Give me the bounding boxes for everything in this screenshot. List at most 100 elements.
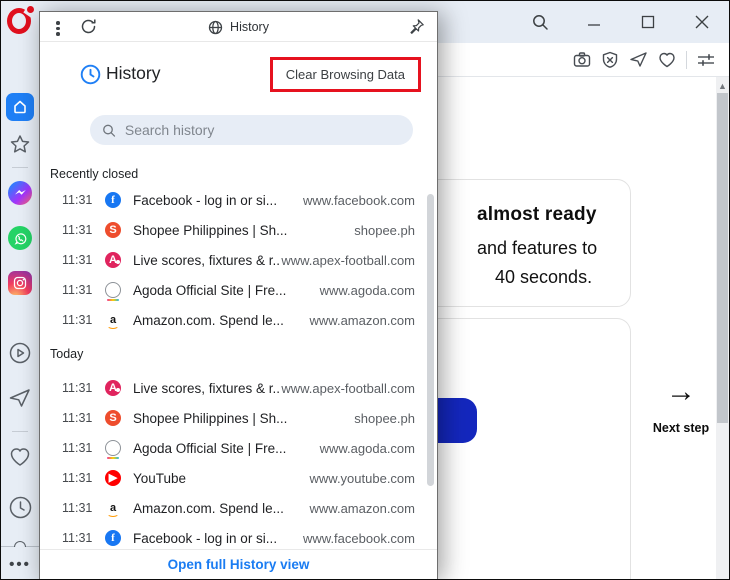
page-scrollbar[interactable]: ▲	[716, 77, 729, 579]
row-time: 11:31	[62, 253, 93, 267]
row-title: Live scores, fixtures & r...	[133, 380, 282, 396]
history-list: Recently closed 11:31 f Facebook - log i…	[40, 157, 437, 579]
close-button[interactable]	[687, 7, 717, 37]
maximize-button[interactable]	[633, 7, 663, 37]
youtube-favicon-icon: ▶	[105, 470, 121, 486]
annotation-highlight-box: Clear Browsing Data	[269, 57, 421, 92]
facebook-favicon-icon: f	[105, 530, 121, 546]
history-panel: History History Clear Browsing Data Rece…	[39, 11, 438, 579]
section-label: Today	[50, 347, 84, 361]
heart-icon	[10, 448, 30, 466]
card-line-1: and features to	[477, 238, 598, 258]
panel-body: History Clear Browsing Data Recently clo…	[40, 42, 437, 579]
easy-setup-sliders-icon[interactable]	[697, 52, 715, 68]
facebook-favicon-icon: f	[105, 192, 121, 208]
shopee-favicon-icon: S	[105, 410, 121, 426]
star-icon	[10, 135, 30, 153]
row-url: www.facebook.com	[303, 192, 415, 208]
panel-scrollbar-thumb[interactable]	[427, 194, 434, 486]
globe-icon	[208, 20, 223, 34]
row-time: 11:31	[62, 313, 93, 327]
row-title: Facebook - log in or si...	[133, 530, 278, 546]
row-time: 11:31	[62, 471, 93, 485]
panel-topbar: History	[40, 12, 437, 42]
row-title: Shopee Philippines | Sh...	[133, 222, 288, 238]
minimize-button[interactable]	[579, 7, 609, 37]
row-url: www.amazon.com	[309, 500, 415, 516]
history-row[interactable]: 11:31 A Live scores, fixtures & r... www…	[40, 245, 437, 275]
sidebar-item-bookmarks[interactable]	[1, 134, 39, 155]
panel-footer: Open full History view	[40, 549, 437, 579]
panel-tab: History	[40, 12, 437, 42]
sidebar-item-history[interactable]	[1, 495, 39, 520]
row-title: Facebook - log in or si...	[133, 192, 278, 208]
whatsapp-icon	[8, 226, 32, 250]
pin-icon[interactable]	[408, 18, 425, 35]
row-title: Live scores, fixtures & r...	[133, 252, 282, 268]
scroll-up-icon[interactable]: ▲	[716, 79, 729, 93]
sidebar-item-player[interactable]	[1, 341, 39, 365]
clear-browsing-data-button[interactable]: Clear Browsing Data	[272, 60, 418, 89]
search-history-field[interactable]	[90, 115, 413, 145]
row-url: www.youtube.com	[309, 470, 416, 486]
search-icon	[103, 124, 116, 137]
history-row[interactable]: 11:31 a Amazon.com. Spend le... www.amaz…	[40, 305, 437, 335]
history-row[interactable]: 11:31 S Shopee Philippines | Sh... shope…	[40, 215, 437, 245]
row-time: 11:31	[62, 193, 93, 207]
bookmark-heart-icon[interactable]	[658, 52, 676, 68]
history-row[interactable]: 11:31 Agoda Official Site | Fre... www.a…	[40, 275, 437, 305]
amazon-favicon-icon: a	[105, 312, 121, 329]
send-icon	[9, 389, 30, 407]
amazon-favicon-icon: a	[105, 500, 121, 517]
row-time: 11:31	[62, 223, 93, 237]
row-title: Shopee Philippines | Sh...	[133, 410, 288, 426]
sidebar-divider	[12, 167, 28, 168]
open-full-history-link[interactable]: Open full History view	[168, 557, 310, 572]
onboarding-action-card	[421, 318, 631, 579]
instagram-icon	[8, 271, 32, 295]
search-history-input[interactable]	[124, 122, 401, 138]
agoda-favicon-icon	[105, 282, 121, 301]
myflow-send-icon[interactable]	[629, 51, 648, 68]
row-title: YouTube	[133, 470, 187, 486]
sidebar-item-instagram[interactable]	[1, 271, 39, 295]
row-time: 11:31	[62, 411, 93, 425]
onboarding-text-card: almost ready and features to 40 seconds.	[421, 179, 631, 307]
page-scrollbar-thumb[interactable]	[717, 93, 728, 423]
row-url: shopee.ph	[354, 222, 415, 238]
browser-window: almost ready and features to 40 seconds.…	[0, 0, 730, 580]
snapshot-camera-icon[interactable]	[573, 51, 591, 68]
apex-favicon-icon: A	[105, 252, 121, 268]
row-url: www.agoda.com	[319, 282, 415, 298]
sidebar-more-button[interactable]: •••	[1, 556, 39, 573]
row-time: 11:31	[62, 531, 93, 545]
history-row[interactable]: 11:31 f Facebook - log in or si... www.f…	[40, 185, 437, 215]
panel-tab-title: History	[230, 20, 269, 34]
sidebar-divider	[12, 431, 28, 432]
history-row[interactable]: 11:31 a Amazon.com. Spend le... www.amaz…	[40, 493, 437, 523]
row-url: www.apex-football.com	[281, 380, 415, 396]
sidebar-item-home[interactable]	[1, 93, 39, 121]
history-row[interactable]: 11:31 S Shopee Philippines | Sh... shope…	[40, 403, 437, 433]
row-title: Amazon.com. Spend le...	[133, 500, 284, 516]
row-url: shopee.ph	[354, 410, 415, 426]
sidebar-item-whatsapp[interactable]	[1, 226, 39, 250]
sidebar-item-myflow[interactable]	[1, 387, 39, 409]
row-title: Agoda Official Site | Fre...	[133, 282, 287, 298]
clock-icon	[9, 496, 31, 519]
sidebar-item-likes[interactable]	[1, 447, 39, 467]
row-time: 11:31	[62, 501, 93, 515]
player-icon	[9, 342, 31, 364]
row-url: www.amazon.com	[309, 312, 415, 328]
history-row[interactable]: 11:31 A Live scores, fixtures & r... www…	[40, 373, 437, 403]
search-icon[interactable]	[525, 7, 555, 37]
adblock-shield-icon[interactable]	[601, 51, 619, 69]
history-clock-icon	[80, 64, 101, 85]
history-row[interactable]: 11:31 Agoda Official Site | Fre... www.a…	[40, 433, 437, 463]
sidebar-item-messenger[interactable]	[1, 181, 39, 205]
history-row[interactable]: 11:31 ▶ YouTube www.youtube.com	[40, 463, 437, 493]
card-title: almost ready	[477, 204, 597, 225]
apex-favicon-icon: A	[105, 380, 121, 396]
more-dots-icon: •••	[9, 556, 31, 573]
row-title: Amazon.com. Spend le...	[133, 312, 284, 328]
